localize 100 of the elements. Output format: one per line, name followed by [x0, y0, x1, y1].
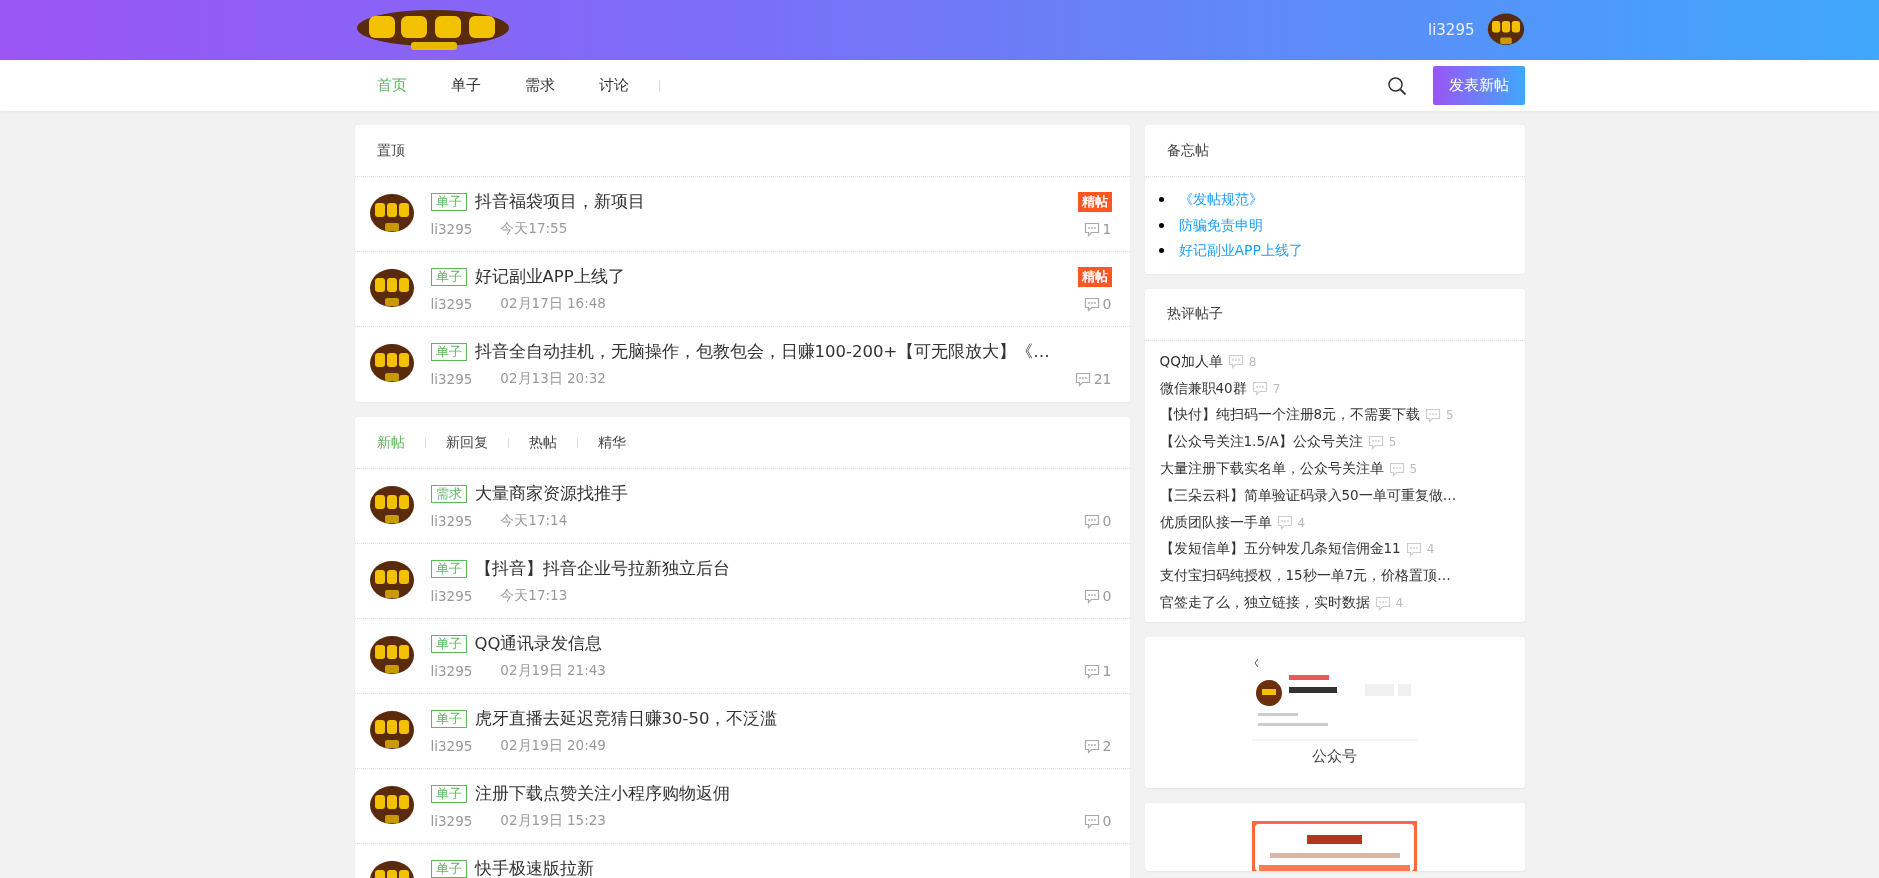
comment-icon	[1083, 221, 1100, 237]
category-tag: 单子	[430, 710, 467, 728]
post-author: li3295	[430, 663, 473, 679]
post-row[interactable]: 单子 QQ通讯录发信息 li3295 02月19日 21:43 1	[354, 619, 1130, 694]
post-title[interactable]: 注册下载点赞关注小程序购物返佣	[474, 783, 730, 805]
comment-count: 0	[1102, 588, 1112, 604]
comment-icon	[1374, 595, 1391, 611]
post-time: 02月17日 16:48	[500, 295, 606, 313]
post-title[interactable]: 虎牙直播去延迟竞猜日赚30-50，不泛滥	[474, 708, 778, 730]
post-time: 02月19日 15:23	[500, 812, 606, 830]
post-title[interactable]: 抖音福袋项目，新项目	[474, 191, 645, 213]
comment-count: 4	[1395, 596, 1404, 611]
comment-icon	[1083, 813, 1100, 829]
post-row[interactable]: 单子 【抖音】抖音企业号拉新独立后台 li3295 今天17:13 0	[354, 544, 1130, 619]
hot-post-link[interactable]: QQ加人单	[1159, 352, 1223, 371]
post-author: li3295	[430, 371, 473, 387]
featured-badge: 精帖	[1077, 192, 1112, 212]
comment-icon	[1083, 513, 1100, 529]
bullet-icon	[1158, 248, 1164, 254]
comment-icon	[1227, 354, 1244, 370]
comment-count: 7	[1272, 381, 1281, 396]
comment-count: 4	[1297, 515, 1306, 530]
hot-post-link[interactable]: 微信兼职40群	[1159, 379, 1247, 398]
post-row[interactable]: 需求 大量商家资源找推手 li3295 今天17:14 0	[354, 469, 1130, 544]
category-tag: 单子	[430, 560, 467, 578]
comment-count: 21	[1093, 371, 1112, 387]
comment-count: 0	[1102, 513, 1112, 529]
hot-post-link[interactable]: 【快付】纯扫码一个注册8元，不需要下载	[1159, 406, 1421, 425]
comment-count: 4	[1426, 542, 1435, 557]
category-tag: 单子	[430, 343, 467, 361]
post-row[interactable]: 单子 快手极速版拉新	[354, 844, 1130, 878]
logo-icon[interactable]	[354, 8, 511, 52]
featured-badge: 精帖	[1077, 267, 1112, 287]
comment-count: 5	[1409, 462, 1418, 477]
nav-link[interactable]: 讨论	[598, 76, 629, 95]
comment-icon	[1276, 515, 1293, 531]
post-title[interactable]: 【抖音】抖音企业号拉新独立后台	[474, 558, 730, 580]
category-tag: 单子	[430, 635, 467, 653]
comment-icon	[1251, 381, 1268, 397]
post-time: 02月19日 20:49	[500, 737, 606, 755]
post-author: li3295	[430, 738, 473, 754]
search-icon[interactable]	[1386, 75, 1407, 96]
hot-post-link[interactable]: 优质团队接一手单	[1159, 513, 1272, 532]
category-tag: 单子	[430, 860, 467, 878]
comment-count: 5	[1388, 435, 1397, 450]
hot-post-link[interactable]: 【公众号关注1.5/A】公众号关注	[1159, 433, 1363, 452]
category-tag: 单子	[430, 785, 467, 803]
post-author: li3295	[430, 813, 473, 829]
section-title: 热评帖子	[1166, 305, 1223, 323]
feed-tab[interactable]: 热帖	[528, 433, 557, 452]
post-row[interactable]: 单子 抖音全自动挂机，无脑操作，包教包会，日赚100-200+【可无限放大】《… li3295 02月13日 20:32 21	[354, 327, 1130, 402]
hot-post-link[interactable]: 支付宝扫码纯授权，15秒一单7元，价格置顶…	[1159, 567, 1451, 586]
section-title: 置顶	[376, 141, 405, 160]
nav-link[interactable]: 单子	[450, 76, 481, 95]
post-row[interactable]: 单子 虎牙直播去延迟竞猜日赚30-50，不泛滥 li3295 02月19日 20:49 2	[354, 694, 1130, 769]
comment-count: 1	[1102, 663, 1112, 679]
bullet-icon	[1158, 197, 1164, 203]
post-title[interactable]: 好记副业APP上线了	[474, 266, 625, 288]
comment-count: 2	[1102, 738, 1112, 754]
comment-count: 0	[1102, 296, 1112, 312]
comment-icon	[1367, 434, 1384, 450]
bullet-icon	[1158, 222, 1164, 228]
hot-post-link[interactable]: 【发短信单】五分钟发几条短信佣金11	[1159, 540, 1401, 559]
category-tag: 需求	[430, 485, 467, 503]
feed-tab[interactable]: 精华	[597, 433, 626, 452]
nav-link[interactable]: 需求	[524, 76, 555, 95]
post-title[interactable]: 快手极速版拉新	[474, 858, 594, 878]
post-author: li3295	[430, 296, 473, 312]
post-author: li3295	[430, 513, 473, 529]
comment-icon	[1425, 408, 1442, 423]
post-row[interactable]: 单子 抖音福袋项目，新项目 精帖 li3295 今天17:55 1	[354, 177, 1130, 252]
post-title[interactable]: QQ通讯录发信息	[474, 633, 603, 655]
comment-icon	[1083, 588, 1100, 604]
feed-tab[interactable]: 新回复	[445, 433, 488, 452]
hot-post-link[interactable]: 官签走了么，独立链接，实时数据	[1159, 594, 1370, 613]
comment-icon	[1083, 296, 1100, 312]
hot-post-link[interactable]: 大量注册下载实名单，公众号关注单	[1159, 460, 1384, 479]
comment-icon	[1083, 663, 1100, 679]
comment-count: 1	[1102, 221, 1112, 237]
category-tag: 单子	[430, 193, 467, 211]
category-tag: 单子	[430, 268, 467, 286]
post-title[interactable]: 大量商家资源找推手	[474, 483, 628, 505]
comment-icon	[1083, 738, 1100, 754]
post-time: 今天17:14	[500, 512, 568, 530]
comment-count: 5	[1446, 408, 1454, 423]
post-time: 02月13日 20:32	[500, 370, 606, 388]
post-row[interactable]: 单子 好记副业APP上线了 精帖 li3295 02月17日 16:48 0	[354, 252, 1130, 327]
post-row[interactable]: 单子 注册下载点赞关注小程序购物返佣 li3295 02月19日 15:23 0	[354, 769, 1130, 844]
comment-icon	[1405, 541, 1422, 557]
comment-icon	[1388, 461, 1405, 477]
section-title: 备忘帖	[1166, 141, 1209, 160]
post-time: 今天17:55	[500, 220, 568, 238]
comment-count: 0	[1102, 813, 1112, 829]
post-time: 今天17:13	[500, 587, 568, 605]
new-post-button[interactable]: 发表新帖	[1432, 66, 1525, 105]
comment-icon	[1074, 371, 1091, 387]
comment-count: 8	[1248, 354, 1257, 369]
hot-post-link[interactable]: 【三朵云科】简单验证码录入50一单可重复做…	[1159, 486, 1457, 505]
post-title[interactable]: 抖音全自动挂机，无脑操作，包教包会，日赚100-200+【可无限放大】《…	[474, 341, 1050, 363]
post-time: 02月19日 21:43	[500, 662, 606, 680]
